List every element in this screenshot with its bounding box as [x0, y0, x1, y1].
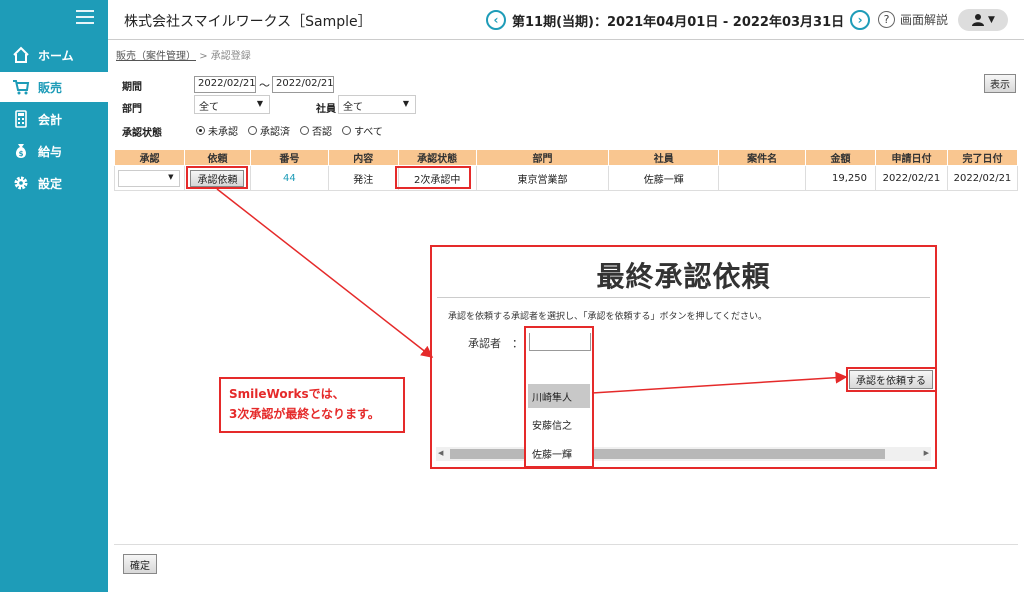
arrow-to-submit	[591, 371, 848, 394]
footer-divider	[114, 544, 1018, 545]
annotation-arrows	[216, 188, 848, 394]
arrow-to-dialog	[216, 188, 434, 358]
confirm-button[interactable]: 確定	[123, 554, 157, 574]
